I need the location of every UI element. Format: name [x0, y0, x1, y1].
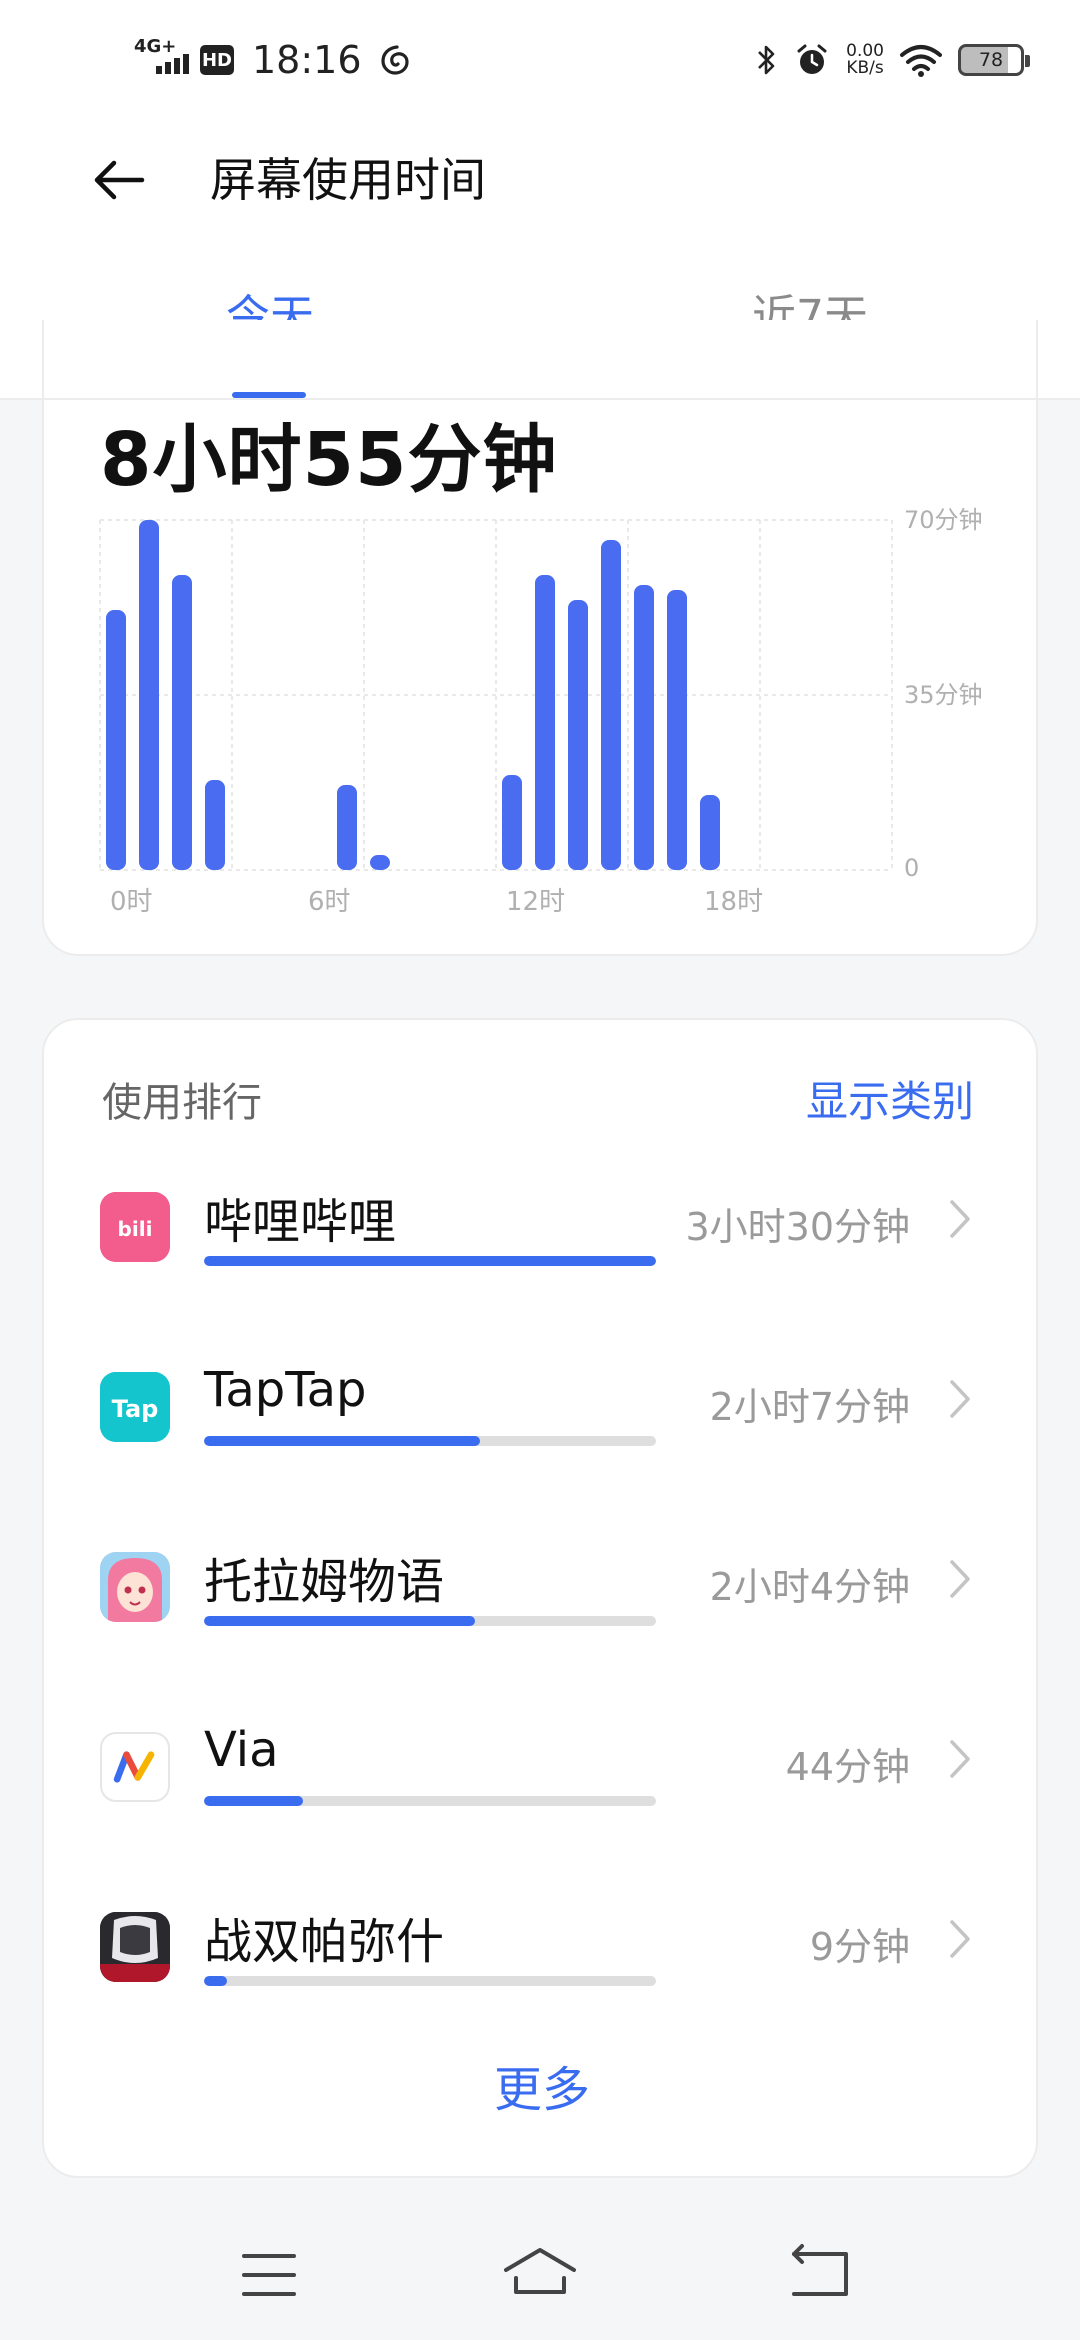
y-tick-label: 0 [904, 854, 919, 882]
x-tick-label: 18时 [704, 887, 763, 917]
usage-bar [204, 1796, 656, 1806]
usage-bar [204, 1616, 656, 1626]
app-usage-time: 3小时30分钟 [685, 1205, 910, 1249]
app-name: 哔哩哔哩 [204, 1194, 397, 1250]
toram-icon [100, 1552, 170, 1622]
usage-bar [204, 1256, 656, 1266]
app-name: Via [204, 1722, 279, 1778]
chart-bar [205, 780, 225, 870]
chart-bar [139, 520, 159, 870]
chart-bar [172, 575, 192, 870]
chevron-right-icon [950, 1380, 970, 1418]
chart-bar [634, 585, 654, 870]
chart-bar [370, 855, 390, 870]
chart-bar [700, 795, 720, 870]
chart-bar [502, 775, 522, 870]
usage-bar [204, 1976, 656, 1986]
page-title: 屏幕使用时间 [210, 153, 486, 207]
more-button[interactable]: 更多 [44, 2050, 1040, 2120]
app-row-toram[interactable]: 托拉姆物语 2小时4分钟 [44, 1530, 1040, 1680]
app-name: TapTap [204, 1362, 367, 1418]
app-row-via[interactable]: Via 44分钟 [44, 1710, 1040, 1860]
menu-icon[interactable] [232, 2240, 312, 2310]
app-row-bilibili[interactable]: bili 哔哩哔哩 3小时30分钟 [44, 1170, 1040, 1320]
chart-bar [568, 600, 588, 870]
usage-bar [204, 1436, 656, 1446]
chevron-right-icon [950, 1740, 970, 1778]
x-tick-label: 12时 [506, 887, 565, 917]
netease-music-icon [380, 45, 409, 75]
back-arrow-icon[interactable] [90, 150, 150, 210]
x-tick-label: 0时 [110, 887, 153, 917]
app-name: 托拉姆物语 [204, 1554, 445, 1610]
status-bar: 4G+ HD 18:16 0.00 KB/s 78 [0, 0, 1080, 120]
y-tick-label: 35分钟 [904, 681, 983, 709]
alarm-icon [797, 44, 827, 74]
chart-bar [667, 590, 687, 870]
app-usage-time: 2小时7分钟 [709, 1385, 910, 1429]
chart-bar [601, 540, 621, 870]
chevron-right-icon [950, 1560, 970, 1598]
svg-text:bili: bili [118, 1217, 153, 1241]
app-usage-time: 44分钟 [785, 1745, 910, 1789]
via-icon [100, 1732, 170, 1802]
x-tick-label: 6时 [308, 887, 351, 917]
battery-icon: 78 [958, 44, 1030, 76]
system-nav-bar [0, 2200, 1080, 2340]
y-tick-label: 70分钟 [904, 506, 983, 534]
hd-badge: HD [200, 45, 234, 75]
chevron-right-icon [950, 1920, 970, 1958]
total-screen-time: 8小时55分钟 [100, 417, 558, 503]
taptap-icon: Tap [100, 1372, 170, 1442]
hourly-usage-chart: 70分钟 35分钟 0 0时 6时 12时 18时 [99, 506, 983, 917]
app-usage-time: 2小时4分钟 [709, 1565, 910, 1609]
status-time: 18:16 [252, 38, 362, 82]
usage-ranking-card: 使用排行 显示类别 bili 哔哩哔哩 3小时30分钟 Tap TapTap 2… [42, 1018, 1038, 2178]
back-nav-icon[interactable] [784, 2240, 864, 2310]
chart-bar [106, 610, 126, 870]
chart-bar [535, 575, 555, 870]
app-row-punishing[interactable]: 战双帕弥什 9分钟 [44, 1890, 1040, 2040]
show-category-link[interactable]: 显示类别 [806, 1068, 974, 1129]
app-row-taptap[interactable]: Tap TapTap 2小时7分钟 [44, 1350, 1040, 1500]
chart-bar [337, 785, 357, 870]
bilibili-icon: bili [100, 1192, 170, 1262]
wifi-icon [900, 45, 942, 77]
app-usage-time: 9分钟 [809, 1925, 910, 1969]
network-speed: 0.00 KB/s [846, 43, 884, 77]
app-name: 战双帕弥什 [204, 1914, 445, 1970]
bluetooth-icon [758, 45, 775, 75]
chevron-right-icon [950, 1200, 970, 1238]
ranking-title: 使用排行 [102, 1080, 262, 1126]
speed-unit: KB/s [846, 58, 884, 78]
signal-icon: 4G+ [134, 36, 190, 80]
punishing-icon [100, 1912, 170, 1982]
battery-level: 78 [978, 49, 1004, 71]
svg-text:Tap: Tap [112, 1395, 159, 1423]
home-icon[interactable] [500, 2240, 580, 2310]
